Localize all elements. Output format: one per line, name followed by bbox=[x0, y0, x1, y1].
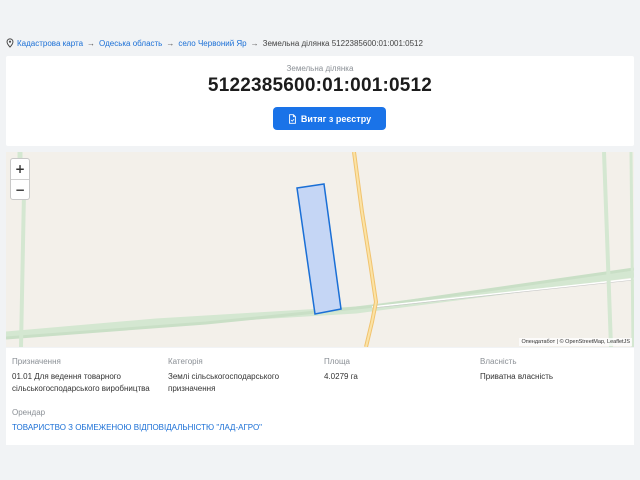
registry-extract-button[interactable]: Витяг з реєстру bbox=[273, 107, 386, 130]
ownership-label: Власність bbox=[480, 357, 517, 366]
zoom-in-button[interactable]: + bbox=[11, 159, 29, 179]
breadcrumb-current: Земельна ділянка 5122385600:01:001:0512 bbox=[262, 38, 423, 48]
breadcrumb-village[interactable]: село Червоний Яр bbox=[178, 39, 246, 48]
breadcrumb: Кадастрова карта → Одеська область → сел… bbox=[6, 36, 423, 50]
zoom-control: + − bbox=[10, 158, 30, 200]
parcel-header-card: Земельна ділянка 5122385600:01:001:0512 … bbox=[6, 56, 634, 146]
area-label: Площа bbox=[324, 357, 350, 366]
tenant-link[interactable]: ТОВАРИСТВО З ОБМЕЖЕНОЮ ВІДПОВІДАЛЬНІСТЮ … bbox=[12, 422, 412, 434]
breadcrumb-separator: → bbox=[250, 38, 259, 48]
map-canvas bbox=[6, 152, 634, 347]
breadcrumb-odesa-region[interactable]: Одеська область bbox=[99, 39, 162, 48]
ownership-field: Власність Приватна власність bbox=[480, 356, 620, 383]
purpose-field: Призначення 01.01 Для ведення товарного … bbox=[12, 356, 162, 395]
zoom-out-button[interactable]: − bbox=[11, 180, 29, 200]
registry-extract-label: Витяг з реєстру bbox=[300, 113, 372, 124]
purpose-label: Призначення bbox=[12, 357, 61, 366]
breadcrumb-separator: → bbox=[166, 38, 175, 48]
area-field: Площа 4.0279 га bbox=[324, 356, 464, 383]
category-label: Категорія bbox=[168, 357, 203, 366]
tenant-field: Орендар ТОВАРИСТВО З ОБМЕЖЕНОЮ ВІДПОВІДА… bbox=[12, 407, 412, 434]
purpose-value: 01.01 Для ведення товарного сільськогосп… bbox=[12, 372, 150, 393]
document-icon bbox=[289, 113, 296, 124]
page-kicker: Земельна ділянка bbox=[286, 64, 354, 73]
parcel-map[interactable]: + − Опендатабот | © OpenStreetMap, Leafl… bbox=[6, 152, 634, 347]
top-bar bbox=[0, 0, 640, 30]
tenant-label: Орендар bbox=[12, 408, 46, 417]
land-parcel-polygon[interactable] bbox=[296, 183, 342, 315]
breadcrumb-cadastral-map[interactable]: Кадастрова карта bbox=[17, 39, 83, 48]
category-value: Землі сільськогосподарського призначення bbox=[168, 372, 280, 393]
parcel-details-card: Призначення 01.01 Для ведення товарного … bbox=[6, 348, 634, 445]
breadcrumb-separator: → bbox=[87, 38, 96, 48]
category-field: Категорія Землі сільськогосподарського п… bbox=[168, 356, 308, 395]
area-value: 4.0279 га bbox=[324, 372, 358, 381]
map-attribution: Опендатабот | © OpenStreetMap, LeafletJS bbox=[519, 338, 632, 346]
ownership-value: Приватна власність bbox=[480, 372, 554, 381]
page-title: 5122385600:01:001:0512 bbox=[207, 75, 433, 96]
location-pin-icon bbox=[6, 38, 14, 48]
